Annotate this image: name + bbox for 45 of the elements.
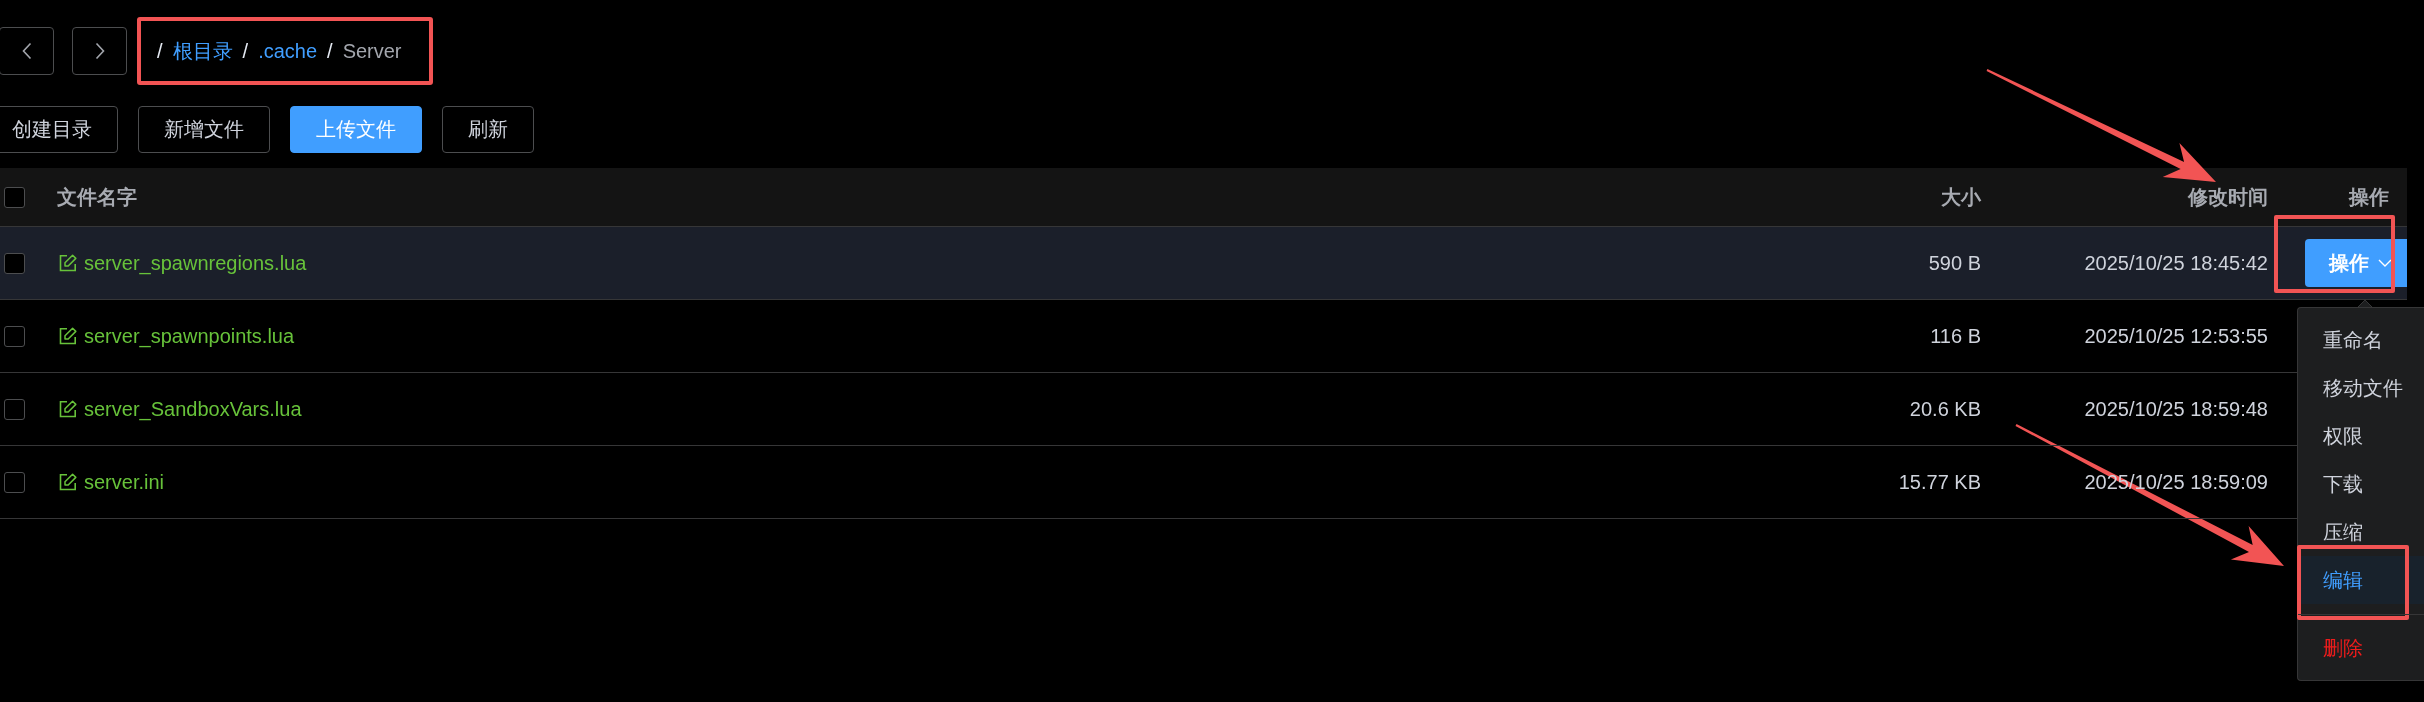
breadcrumb-separator: / [242,39,249,63]
menu-item[interactable]: 压缩 [2298,508,2424,556]
file-size: 20.6 KB [1909,397,1981,421]
column-header: 操作 [2349,184,2389,210]
checkbox[interactable] [4,186,25,208]
file-name-link[interactable]: server.ini [84,470,165,494]
checkbox[interactable] [4,252,25,274]
delete-menu-item[interactable]: 删除 [2298,614,2424,672]
breadcrumb-link[interactable]: .cache [258,39,318,63]
modified-time: 2025/10/25 18:45:42 [2084,251,2268,275]
breadcrumb-current: Server [342,39,402,63]
menu-item[interactable]: 编辑 [2298,556,2424,604]
file-name-link[interactable]: server_spawnregions.lua [84,251,307,275]
edit-icon[interactable] [59,473,77,491]
menu-item[interactable]: 移动文件 [2298,364,2424,412]
edit-icon[interactable] [59,327,77,345]
toolbar-button[interactable]: 新增文件 [138,106,270,153]
breadcrumb-separator: / [157,39,163,63]
toolbar-button[interactable]: 创建目录 [0,106,118,153]
chevron-right-icon [94,42,105,60]
edit-icon[interactable] [59,254,77,272]
menu-item[interactable]: 下载 [2298,460,2424,508]
column-header: 修改时间 [2188,184,2268,210]
back-button[interactable] [0,27,54,75]
file-size: 116 B [1930,324,1981,348]
checkbox[interactable] [4,325,25,347]
file-name-link[interactable]: server_SandboxVars.lua [84,397,302,421]
file-size: 590 B [1928,251,1981,275]
checkbox[interactable] [4,471,25,493]
forward-button[interactable] [72,27,127,75]
modified-time: 2025/10/25 12:53:55 [2084,324,2268,348]
chevron-left-icon [21,42,32,60]
menu-item[interactable]: 权限 [2298,412,2424,460]
menu-item[interactable]: 重命名 [2298,316,2424,364]
file-size: 15.77 KB [1898,470,1981,494]
modified-time: 2025/10/25 18:59:48 [2084,397,2268,421]
toolbar-button[interactable]: 刷新 [442,106,534,153]
column-header: 文件名字 [57,184,137,210]
breadcrumb-separator: / [327,39,333,63]
checkbox[interactable] [4,398,25,420]
file-name-link[interactable]: server_spawnpoints.lua [84,324,295,348]
edit-icon[interactable] [59,400,77,418]
column-header: 大小 [1941,184,1981,210]
breadcrumb-link[interactable]: 根目录 [172,37,233,65]
caret-down-icon [2378,259,2392,267]
